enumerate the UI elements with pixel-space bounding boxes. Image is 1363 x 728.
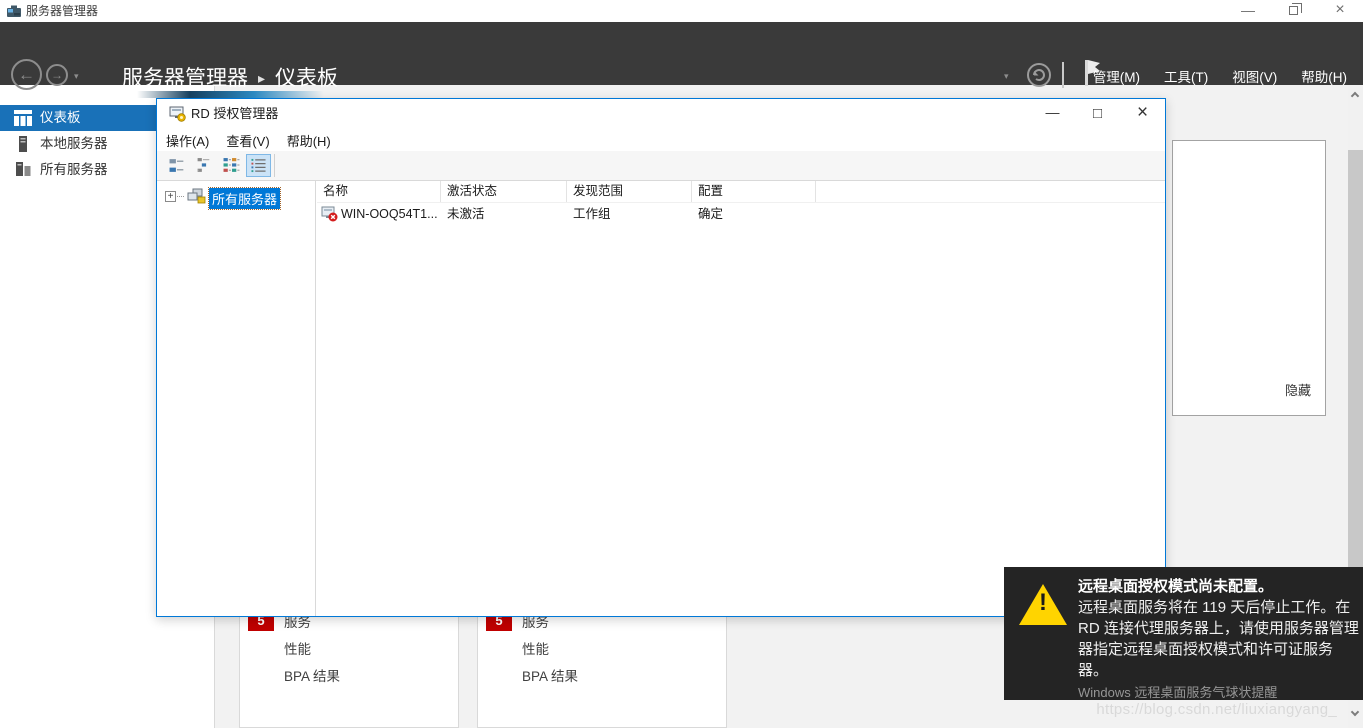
toolbar-separator	[274, 154, 275, 177]
history-caret-icon[interactable]: ▾	[74, 71, 79, 82]
restore-glyph	[1289, 6, 1298, 15]
details-view-icon[interactable]	[246, 154, 271, 177]
toast-title: 远程桌面授权模式尚未配置。	[1078, 576, 1360, 597]
rd-server-list: 名称 激活状态 发现范围 配置 WIN-OOQ54T1...	[317, 181, 1165, 616]
rd-menubar: 操作(A) 查看(V) 帮助(H)	[157, 129, 1165, 151]
tree-expand-icon[interactable]: +	[165, 191, 176, 202]
cell-discovery-scope: 工作组	[567, 203, 692, 225]
notification-toast[interactable]: ! 远程桌面授权模式尚未配置。 远程桌面服务将在 119 天后停止工作。在 RD…	[1004, 567, 1363, 700]
breadcrumb: 服务器管理器 ▸ 仪表板	[122, 62, 338, 92]
rd-toolbar	[157, 151, 1165, 181]
cell-activation-status: 未激活	[441, 203, 567, 225]
rd-menu-view[interactable]: 查看(V)	[226, 131, 269, 150]
all-servers-node-icon	[186, 188, 206, 204]
scroll-up-icon[interactable]	[1351, 92, 1359, 100]
console-tree-toggle-icon[interactable]	[165, 154, 190, 177]
app-titlebar: 服务器管理器 — ×	[0, 0, 1363, 22]
breadcrumb-root[interactable]: 服务器管理器	[122, 67, 248, 90]
small-icons-view-icon[interactable]	[219, 154, 244, 177]
dashboard-icon	[14, 110, 32, 126]
tree-connector	[177, 196, 184, 197]
breadcrumb-current: 仪表板	[275, 67, 338, 90]
cell-configuration: 确定	[692, 203, 816, 225]
column-header-blank	[816, 181, 1165, 202]
list-header: 名称 激活状态 发现范围 配置	[317, 181, 1165, 203]
column-header-configuration[interactable]: 配置	[692, 181, 816, 202]
rd-licensing-icon	[169, 106, 186, 122]
tree-node-label[interactable]: 所有服务器	[209, 188, 280, 209]
rd-menu-help[interactable]: 帮助(H)	[287, 131, 331, 150]
server-manager-icon	[6, 3, 22, 19]
nav-separator	[1062, 62, 1064, 88]
rd-maximize-icon[interactable]: □	[1075, 99, 1120, 129]
sidebar-item-label: 本地服务器	[40, 131, 108, 157]
breadcrumb-underline	[137, 91, 349, 98]
refresh-dropdown-caret-icon[interactable]: ▾	[1004, 71, 1009, 82]
breadcrumb-separator-icon: ▸	[258, 70, 265, 86]
column-header-discovery-scope[interactable]: 发现范围	[567, 181, 692, 202]
rd-console-tree: + 所有服务器	[157, 181, 316, 616]
forward-icon[interactable]: →	[46, 64, 68, 86]
rd-window-title: RD 授权管理器	[191, 99, 278, 129]
local-server-icon	[14, 136, 32, 152]
toast-body: 远程桌面服务将在 119 天后停止工作。在 RD 连接代理服务器上，请使用服务器…	[1078, 597, 1360, 681]
rd-window-titlebar[interactable]: RD 授权管理器 — □ ×	[157, 99, 1165, 129]
menu-view[interactable]: 视图(V)	[1232, 66, 1277, 86]
dashboard-tile-services-1: 5 服务 性能 BPA 结果	[239, 600, 459, 728]
app-restore-icon[interactable]	[1271, 0, 1317, 22]
app-minimize-icon[interactable]: —	[1225, 0, 1271, 22]
all-servers-icon	[14, 162, 32, 178]
action-pane-toggle-icon[interactable]	[192, 154, 217, 177]
menu-manage[interactable]: 管理(M)	[1093, 66, 1140, 86]
app-title: 服务器管理器	[26, 0, 98, 22]
rd-window-body: + 所有服务器 名称 激活状态 发现范围 配置	[157, 181, 1165, 616]
nav-menu: 管理(M) 工具(T) 视图(V) 帮助(H)	[1093, 66, 1347, 86]
column-header-name[interactable]: 名称	[317, 181, 441, 202]
nav-bar: ← → ▾ 服务器管理器▸仪表板 ▾ 管理(M) 工具(T) 视图(V) 帮助(…	[0, 22, 1363, 85]
sidebar-item-label: 所有服务器	[40, 157, 108, 183]
back-icon[interactable]: ←	[11, 59, 42, 90]
watermark-text: https://blog.csdn.net/liuxiangyang_	[1096, 701, 1337, 718]
sidebar-item-label: 仪表板	[40, 105, 81, 131]
server-error-icon	[321, 206, 338, 222]
rd-licensing-manager-window: RD 授权管理器 — □ × 操作(A) 查看(V) 帮助(H)	[156, 98, 1166, 617]
app-close-icon[interactable]: ×	[1317, 0, 1363, 22]
rd-menu-action[interactable]: 操作(A)	[166, 131, 209, 150]
toast-text: 远程桌面授权模式尚未配置。 远程桌面服务将在 119 天后停止工作。在 RD 连…	[1078, 576, 1360, 702]
menu-help[interactable]: 帮助(H)	[1301, 66, 1347, 86]
table-row[interactable]: WIN-OOQ54T1... 未激活 工作组 确定	[317, 203, 1165, 225]
cell-name: WIN-OOQ54T1...	[317, 203, 441, 225]
welcome-tile-panel: 隐藏	[1172, 140, 1326, 416]
dashboard-tile-services-2: 5 服务 性能 BPA 结果	[477, 600, 727, 728]
menu-tools[interactable]: 工具(T)	[1164, 66, 1208, 86]
warning-exclamation: !	[1019, 589, 1067, 617]
column-header-activation-status[interactable]: 激活状态	[441, 181, 567, 202]
hide-link[interactable]: 隐藏	[1285, 380, 1311, 399]
refresh-icon[interactable]	[1026, 62, 1052, 88]
rd-minimize-icon[interactable]: —	[1030, 99, 1075, 129]
rd-close-icon[interactable]: ×	[1120, 99, 1165, 129]
toast-footer: Windows 远程桌面服务气球状提醒	[1078, 683, 1360, 702]
scroll-down-icon[interactable]	[1351, 708, 1359, 716]
